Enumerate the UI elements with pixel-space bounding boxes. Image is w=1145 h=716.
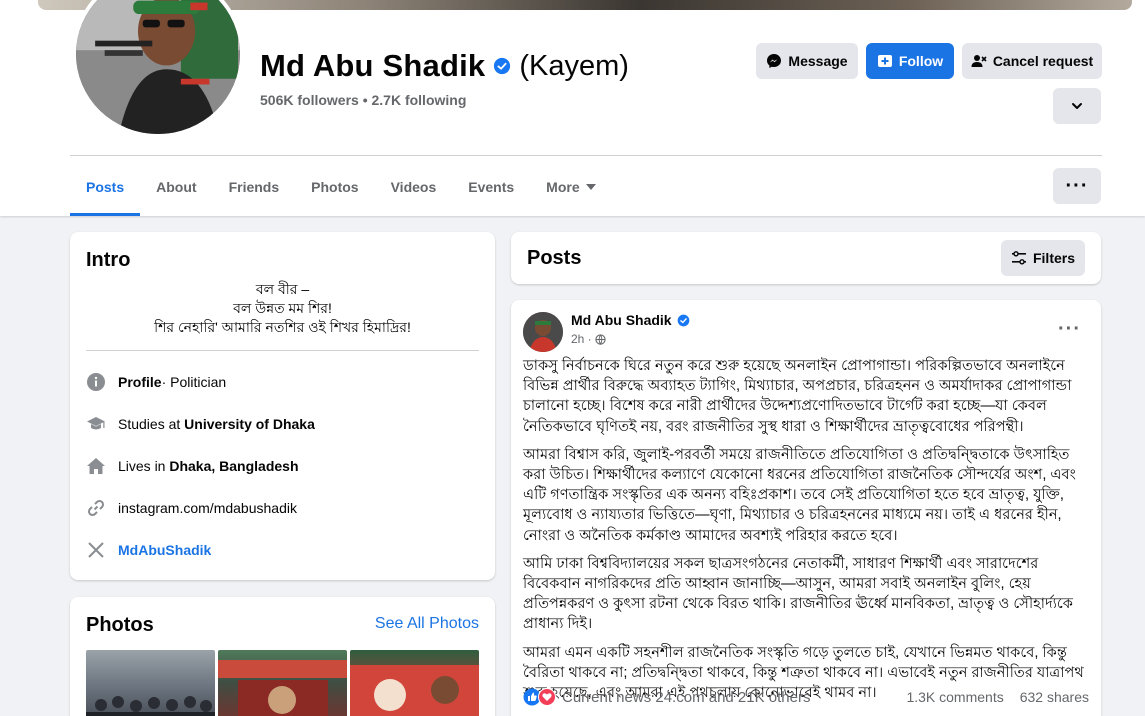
tab-friends[interactable]: Friends <box>213 158 296 216</box>
more-dots-icon: ··· <box>1058 318 1081 340</box>
posts-header-card: Posts Filters <box>511 232 1101 284</box>
photo-thumbnail[interactable] <box>218 650 347 716</box>
profile-name: Md Abu Shadik <box>260 48 486 83</box>
graduation-cap-icon <box>86 414 106 434</box>
profile-options-dropdown[interactable] <box>1053 88 1101 124</box>
reactions-text: Current news 24.com and 21K others <box>562 688 811 706</box>
profile-label: Profile <box>118 374 162 390</box>
tab-photos[interactable]: Photos <box>295 158 374 216</box>
photo-thumbnail[interactable] <box>350 650 479 716</box>
tab-events[interactable]: Events <box>452 158 530 216</box>
education-school[interactable]: University of Dhaka <box>184 416 315 432</box>
bio-line: শির নেহারি' আমারি নতশির ওই শিখর হিমাদ্রি… <box>154 319 411 335</box>
post-timestamp[interactable]: 2h · <box>571 332 592 346</box>
bio-line: বল উন্নত মম শির! <box>233 300 332 316</box>
cancel-request-button[interactable]: Cancel request <box>962 43 1102 79</box>
profile-header: Md Abu Shadik (Kayem) 506K followers • 2… <box>0 0 1145 216</box>
intro-divider <box>86 350 479 351</box>
filters-button[interactable]: Filters <box>1001 240 1085 276</box>
photo-thumbnail[interactable] <box>86 650 215 716</box>
photos-title: Photos <box>86 614 154 636</box>
post-text: ডাকসু নির্বাচনকে ঘিরে নতুন করে শুরু হয়ে… <box>523 356 1089 711</box>
profile-alt-name: (Kayem) <box>519 49 629 82</box>
message-label: Message <box>788 53 848 69</box>
caret-down-icon <box>585 184 596 190</box>
verified-badge-icon <box>677 314 689 326</box>
cancel-request-icon <box>971 55 987 67</box>
intro-card: Intro বল বীর – বল উন্নত মম শির! শির নেহা… <box>70 232 495 580</box>
tab-more-label: More <box>546 179 580 195</box>
x-logo-icon <box>86 540 106 560</box>
photos-card: Photos See All Photos <box>70 597 495 716</box>
x-handle-link[interactable]: MdAbuShadik <box>118 542 211 558</box>
location-prefix: Lives in <box>118 458 166 474</box>
info-icon <box>86 372 106 392</box>
intro-bio: বল বীর – বল উন্নত মম শির! শির নেহারি' আম… <box>86 280 479 337</box>
profile-tabs: Posts About Friends Photos Videos Events… <box>70 158 612 216</box>
chevron-down-icon <box>1072 103 1082 109</box>
posts-header-title: Posts <box>527 247 582 269</box>
post-card: Md Abu Shadik 2h · ··· ডাকসু নির্বাচনকে … <box>511 300 1101 716</box>
tab-about[interactable]: About <box>140 158 212 216</box>
message-button[interactable]: Message <box>756 43 858 79</box>
intro-title: Intro <box>86 249 131 271</box>
reactions-summary[interactable]: Current news 24.com and 21K others <box>523 688 810 706</box>
post-author-name[interactable]: Md Abu Shadik <box>571 312 672 328</box>
link-icon <box>86 498 106 518</box>
home-icon <box>86 456 106 476</box>
more-dots-icon: ··· <box>1065 174 1089 197</box>
messenger-icon <box>767 54 782 68</box>
love-icon <box>538 688 556 706</box>
filters-icon <box>1011 251 1026 265</box>
profile-category: · Politician <box>161 374 227 390</box>
intro-x-item[interactable]: MdAbuShadik <box>70 529 495 571</box>
globe-icon <box>595 333 606 345</box>
header-divider <box>70 155 1102 156</box>
bio-line: বল বীর – <box>255 281 310 297</box>
follow-label: Follow <box>898 53 944 69</box>
engagement-counts: 1.3K comments 632 shares <box>906 689 1089 705</box>
instagram-link[interactable]: instagram.com/mdabushadik <box>118 500 297 516</box>
follow-button[interactable]: Follow <box>866 43 954 79</box>
avatar-image <box>76 0 240 134</box>
filters-label: Filters <box>1032 250 1075 266</box>
verified-badge-icon <box>494 57 511 75</box>
education-prefix: Studies at <box>118 416 181 432</box>
tabs-more-options-button[interactable]: ··· <box>1053 168 1101 204</box>
follow-icon <box>877 55 892 67</box>
cancel-request-label: Cancel request <box>992 53 1094 69</box>
post-paragraph: আমি ঢাকা বিশ্ববিদ্যালয়ের সকল ছাত্রসংগঠন… <box>523 555 1074 633</box>
follower-stats[interactable]: 506K followers • 2.7K following <box>260 92 466 108</box>
post-options-button[interactable]: ··· <box>1058 318 1081 341</box>
shares-count[interactable]: 632 shares <box>1020 689 1089 705</box>
comments-count[interactable]: 1.3K comments <box>906 689 1003 705</box>
tab-more[interactable]: More <box>530 158 611 216</box>
profile-avatar[interactable] <box>72 0 244 138</box>
post-paragraph: আমরা বিশ্বাস করি, জুলাই-পরবর্তী সময়ে রা… <box>523 446 1076 544</box>
post-paragraph: ডাকসু নির্বাচনকে ঘিরে নতুন করে শুরু হয়ে… <box>523 358 1072 435</box>
location-value[interactable]: Dhaka, Bangladesh <box>169 458 298 474</box>
intro-instagram-item[interactable]: instagram.com/mdabushadik <box>70 487 495 529</box>
see-all-photos-link[interactable]: See All Photos <box>375 615 479 633</box>
intro-education-item: Studies at University of Dhaka <box>70 403 495 445</box>
intro-profile-item: Profile · Politician <box>70 361 495 403</box>
intro-location-item: Lives in Dhaka, Bangladesh <box>70 445 495 487</box>
post-author-avatar[interactable] <box>523 312 563 352</box>
tab-videos[interactable]: Videos <box>375 158 453 216</box>
tab-posts[interactable]: Posts <box>70 158 141 216</box>
